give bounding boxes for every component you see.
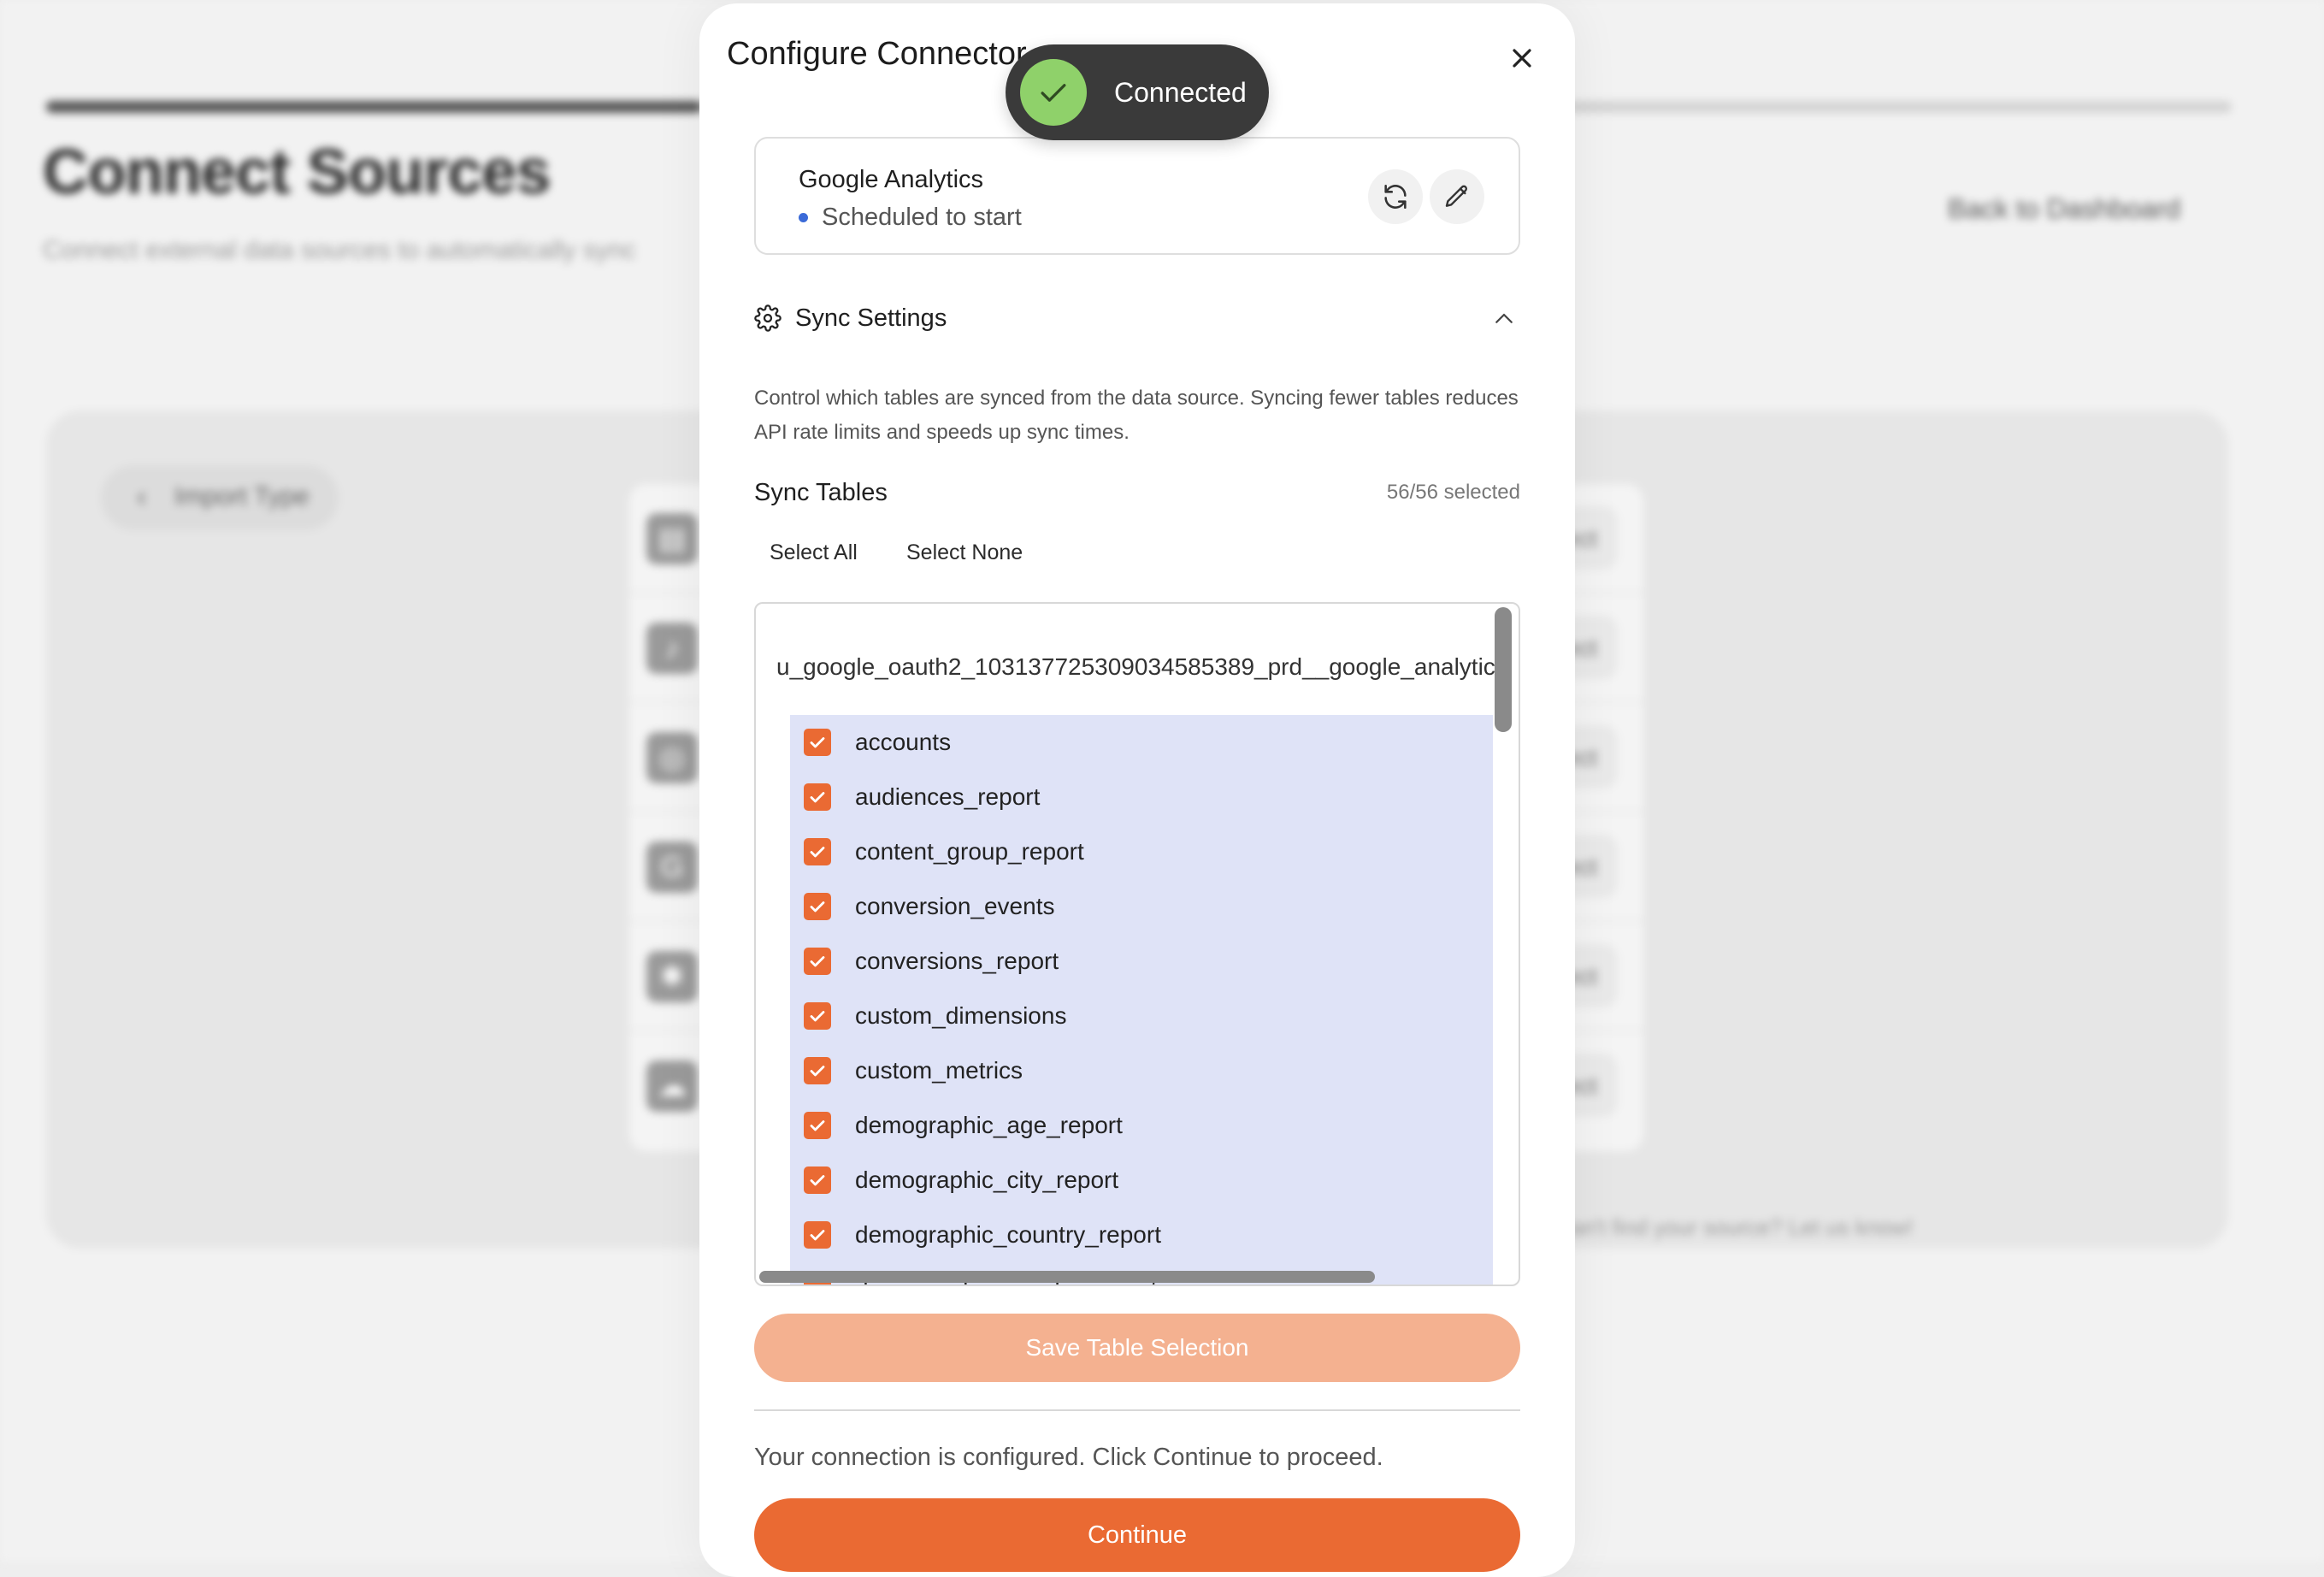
salesforce-icon: ☁ (646, 1060, 698, 1112)
sync-settings-description: Control which tables are synced from the… (754, 387, 1519, 444)
gear-icon (754, 304, 782, 332)
table-item[interactable]: custom_dimensions (790, 989, 1493, 1043)
checkbox-checked-icon[interactable] (804, 893, 831, 920)
footer-note: Can't find your source? Let us know! (1554, 1214, 1914, 1240)
checkbox-checked-icon[interactable] (804, 1002, 831, 1030)
document-icon: ▤ (646, 513, 698, 564)
table-list: accounts audiences_report content_group_re… (790, 715, 1493, 1285)
table-item-label: demographic_age_report (855, 1112, 1123, 1138)
hubspot-icon: ✱ (646, 951, 698, 1002)
pencil-icon (1445, 185, 1468, 207)
schema-name: u_google_oauth2_103137725309034585389_pr… (776, 653, 1495, 680)
horizontal-scrollbar[interactable] (759, 1271, 1375, 1283)
sync-settings-label: Sync Settings (795, 304, 947, 332)
instagram-icon: ◎ (646, 732, 698, 783)
import-type-button[interactable]: ‹ Import Type (101, 465, 339, 530)
continue-button[interactable]: Continue (754, 1498, 1520, 1572)
checkbox-checked-icon[interactable] (804, 729, 831, 756)
configured-note: Your connection is configured. Click Con… (754, 1444, 1383, 1471)
status-dot-icon (799, 213, 808, 222)
table-item[interactable]: content_group_report (790, 824, 1493, 879)
select-all-button[interactable]: Select All (754, 537, 873, 569)
table-item-label: custom_dimensions (855, 1002, 1067, 1029)
table-item[interactable]: conversions_report (790, 934, 1493, 989)
connection-card: Google Analytics Scheduled to start (754, 137, 1520, 255)
table-item[interactable]: custom_metrics (790, 1043, 1493, 1098)
modal-title: Configure Connector (727, 36, 1027, 72)
table-item-label: content_group_report (855, 838, 1084, 865)
table-item[interactable]: conversion_events (790, 879, 1493, 934)
save-table-selection-button[interactable]: Save Table Selection (754, 1314, 1520, 1382)
checkbox-checked-icon[interactable] (804, 783, 831, 811)
table-item[interactable]: demographic_city_report (790, 1153, 1493, 1208)
select-none-button[interactable]: Select None (891, 537, 1038, 569)
tiktok-icon: ♪ (646, 623, 698, 674)
refresh-icon (1384, 184, 1407, 210)
back-to-dashboard-link[interactable]: Back to Dashboard (1948, 193, 2180, 225)
tables-scroll-area[interactable]: u_google_oauth2_103137725309034585389_pr… (754, 602, 1520, 1286)
table-item-label: custom_metrics (855, 1057, 1023, 1084)
table-item-label: conversions_report (855, 948, 1059, 974)
connection-status: Scheduled to start (799, 204, 1022, 232)
progress-bar-fill (46, 101, 702, 113)
close-icon (1513, 49, 1531, 68)
connected-toast: Connected (1006, 44, 1269, 140)
checkbox-checked-icon[interactable] (804, 838, 831, 865)
connection-name: Google Analytics (799, 166, 984, 193)
table-item[interactable]: accounts (790, 715, 1493, 770)
google-icon: G (646, 842, 698, 893)
table-item-label: audiences_report (855, 783, 1041, 810)
table-item[interactable]: demographic_country_report (790, 1208, 1493, 1262)
checkbox-checked-icon[interactable] (804, 1167, 831, 1194)
page-title: Connect Sources (43, 136, 552, 207)
table-item-label: conversion_events (855, 893, 1055, 919)
vertical-scrollbar[interactable] (1495, 607, 1512, 732)
sync-settings-toggle[interactable]: Sync Settings (754, 301, 1520, 335)
chevron-left-icon: ‹ (137, 481, 147, 513)
chevron-up-icon (1495, 313, 1513, 323)
selected-count: 56/56 selected (1386, 481, 1520, 504)
page-subtitle: Connect external data sources to automat… (43, 236, 636, 264)
table-item[interactable]: demographic_age_report (790, 1098, 1493, 1153)
toast-text: Connected (1114, 76, 1247, 108)
divider (754, 1409, 1520, 1411)
table-item-label: accounts (855, 729, 952, 755)
refresh-button[interactable] (1368, 169, 1423, 224)
table-item[interactable]: audiences_report (790, 770, 1493, 824)
configure-connector-modal: Configure Connector Google Analytics Sch… (699, 3, 1575, 1577)
table-item-label: demographic_country_report (855, 1221, 1161, 1248)
checkbox-checked-icon[interactable] (804, 1112, 831, 1139)
checkbox-checked-icon[interactable] (804, 1221, 831, 1249)
check-circle-icon (1020, 59, 1087, 126)
connection-status-text: Scheduled to start (822, 204, 1022, 231)
close-button[interactable] (1501, 38, 1542, 79)
checkbox-checked-icon[interactable] (804, 1057, 831, 1084)
table-item-label: demographic_city_report (855, 1167, 1119, 1193)
edit-button[interactable] (1430, 169, 1484, 224)
sync-tables-label: Sync Tables (754, 479, 888, 506)
import-type-label: Import Type (174, 482, 310, 511)
checkbox-checked-icon[interactable] (804, 948, 831, 975)
